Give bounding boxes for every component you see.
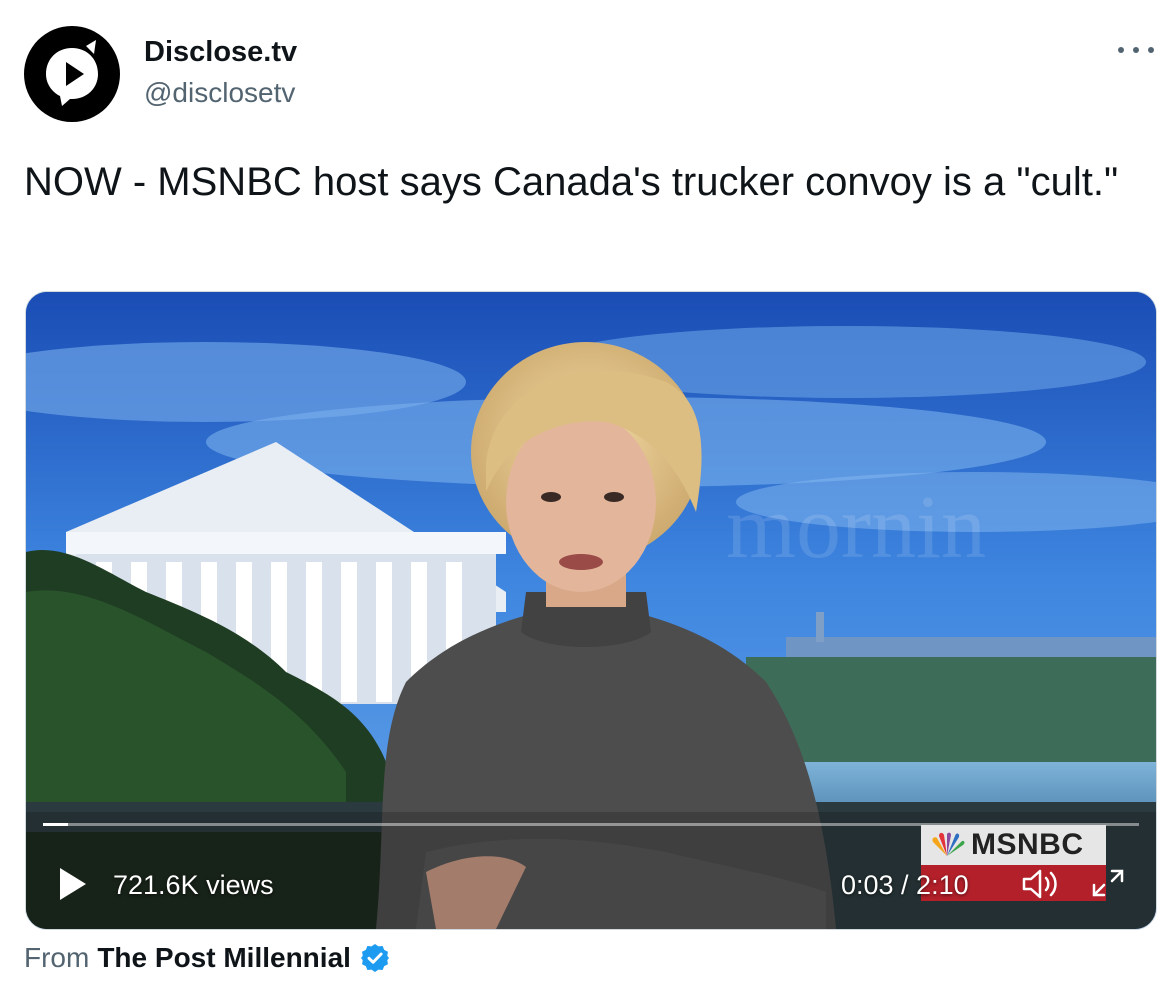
volume-icon[interactable] bbox=[1020, 866, 1060, 902]
fullscreen-icon[interactable] bbox=[1088, 865, 1128, 901]
author-handle[interactable]: @disclosetv bbox=[144, 75, 295, 111]
peacock-logo-icon bbox=[932, 832, 965, 856]
svg-text:mornin: mornin bbox=[726, 478, 986, 577]
video-progress-fill bbox=[43, 823, 69, 826]
play-icon[interactable] bbox=[56, 866, 88, 902]
play-speech-bubble-logo bbox=[46, 40, 98, 106]
video-player[interactable]: mornin 721.6K views MSNBC 0:03 / 2:10 bbox=[25, 291, 1157, 930]
more-dot bbox=[1148, 47, 1154, 53]
network-logo-text: MSNBC bbox=[971, 828, 1084, 861]
tweet-text: NOW - MSNBC host says Canada's trucker c… bbox=[24, 160, 1119, 204]
media-source-attribution: From The Post Millennial bbox=[24, 940, 391, 976]
author-avatar[interactable] bbox=[24, 26, 120, 122]
author-name[interactable]: Disclose.tv bbox=[144, 34, 297, 70]
more-horizontal-icon[interactable] bbox=[1118, 38, 1154, 62]
source-name[interactable]: The Post Millennial bbox=[97, 940, 351, 976]
video-views: 721.6K views bbox=[113, 870, 274, 900]
verified-badge-icon bbox=[360, 944, 389, 972]
video-time: 0:03 / 2:10 bbox=[841, 870, 969, 900]
more-dot bbox=[1133, 47, 1139, 53]
more-dot bbox=[1118, 47, 1124, 53]
source-prefix: From bbox=[24, 942, 90, 973]
network-logo: MSNBC bbox=[921, 825, 1106, 865]
